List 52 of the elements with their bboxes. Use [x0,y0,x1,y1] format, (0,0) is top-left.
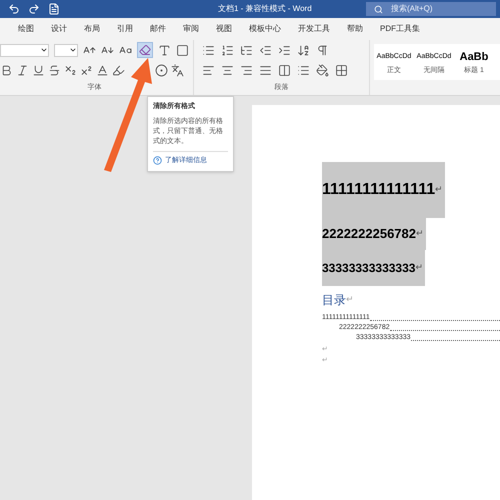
ribbon-tab[interactable]: 绘图 [18,23,34,35]
ribbon-tab[interactable]: 设计 [51,23,67,35]
ribbon-tab[interactable]: 模板中心 [249,23,281,35]
align-left-icon[interactable] [202,64,215,76]
bold-icon[interactable] [0,64,13,76]
numbering-icon[interactable] [221,44,234,56]
ribbon-tab[interactable]: 帮助 [347,23,363,35]
ribbon-tab[interactable]: 邮件 [150,23,166,35]
font-size-field[interactable] [54,44,78,56]
heading-text: 33333333333333 [322,260,416,277]
clear-format-button[interactable] [137,42,153,58]
borders-icon[interactable] [335,64,348,76]
shading-icon[interactable] [316,64,329,76]
heading-text: 11111111111111 [322,180,436,200]
paragraph-mark: ↵ [416,227,424,240]
superscript-icon[interactable] [80,64,93,76]
character-border-icon[interactable] [176,44,189,56]
search-icon [374,4,383,14]
document-icon[interactable] [48,3,60,15]
paragraph-mark: ↵ [415,261,424,274]
ribbon-tab[interactable]: PDF工具集 [380,23,420,35]
heading-text: 2222222256782 [322,225,416,244]
style-preview[interactable]: AaBb [460,48,488,66]
toc-title: 目录 [322,292,346,309]
redo-icon[interactable] [28,3,40,15]
window-title: 文档1 - 兼容性模式 - Word [218,3,312,15]
highlighter-icon[interactable] [112,64,125,76]
ribbon-tab[interactable]: 视图 [216,23,232,35]
subscript-icon[interactable] [64,64,77,76]
multilevel-list-icon[interactable] [240,44,253,56]
italic-icon[interactable] [16,64,29,76]
paragraph-mark: ↵ [346,293,354,306]
justify-icon[interactable] [259,64,272,76]
ribbon-tab[interactable]: 引用 [117,23,133,35]
show-marks-icon[interactable] [316,44,329,56]
ribbon-tab[interactable]: 开发工具 [298,23,330,35]
undo-icon[interactable] [8,3,20,15]
paragraph-mark: ↵ [435,183,444,196]
align-right-icon[interactable] [240,64,253,76]
decrease-indent-icon[interactable] [259,44,272,56]
strikethrough-icon[interactable] [48,64,61,76]
sort-icon[interactable] [297,44,310,56]
font-name-field[interactable] [0,44,49,56]
ribbon-tab[interactable]: 审阅 [183,23,199,35]
help-icon [153,156,162,166]
ribbon-tab[interactable]: 布局 [84,23,100,35]
underline-icon[interactable] [32,64,45,76]
increase-indent-icon[interactable] [278,44,291,56]
search-field[interactable]: 搜索(Alt+Q) [366,2,496,16]
dropdown-icon [69,46,77,54]
align-center-icon[interactable] [221,64,234,76]
dropdown-icon [40,46,48,54]
